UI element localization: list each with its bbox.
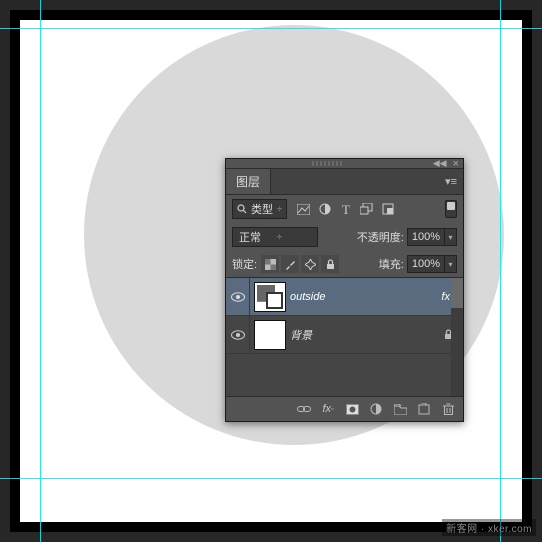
guide-horizontal[interactable] — [0, 28, 542, 29]
filter-pixel-icon[interactable] — [297, 202, 311, 216]
lock-pixels-icon[interactable] — [281, 255, 299, 273]
guide-horizontal[interactable] — [0, 478, 542, 479]
fill-stepper[interactable]: ▾ — [445, 255, 457, 273]
blend-mode-dropdown[interactable]: 正常 ÷ — [232, 227, 318, 247]
filter-kind-dropdown[interactable]: 类型 ÷ — [232, 199, 287, 219]
layers-panel[interactable]: ◀◀ × 图层 ▾≡ 类型 ÷ T — [225, 158, 464, 422]
fill-input[interactable]: 100% — [407, 255, 445, 273]
fx-label: fx — [441, 291, 450, 303]
panel-menu-icon[interactable]: ▾≡ — [439, 173, 463, 190]
layer-thumbnail[interactable] — [254, 282, 286, 312]
opacity-input[interactable]: 100% — [407, 228, 445, 246]
lock-label: 锁定: — [232, 256, 257, 272]
search-icon — [237, 204, 247, 214]
layer-name[interactable]: 背景 — [290, 327, 312, 343]
lock-position-icon[interactable] — [301, 255, 319, 273]
collapse-icon[interactable]: ◀◀ — [433, 158, 447, 169]
layer-thumbnail[interactable] — [254, 320, 286, 350]
fill-value: 100% — [412, 258, 440, 270]
layer-list: outside fx ▾ 背景 — [226, 277, 463, 397]
fill-label: 填充: — [379, 256, 404, 272]
layer-name[interactable]: outside — [290, 291, 325, 303]
link-layers-icon[interactable] — [297, 402, 311, 416]
adjustment-layer-icon[interactable] — [369, 402, 383, 416]
layer-row-outside[interactable]: outside fx ▾ — [226, 278, 463, 316]
opacity-label: 不透明度: — [357, 229, 404, 245]
visibility-toggle[interactable] — [226, 316, 250, 353]
group-icon[interactable] — [393, 402, 407, 416]
opacity-stepper[interactable]: ▾ — [445, 228, 457, 246]
filter-shape-icon[interactable] — [360, 202, 374, 216]
layer-row-background[interactable]: 背景 — [226, 316, 463, 354]
filter-type-icon[interactable]: T — [339, 202, 353, 216]
visibility-toggle[interactable] — [226, 278, 250, 315]
guide-vertical[interactable] — [40, 0, 41, 542]
scrollbar[interactable] — [451, 278, 463, 396]
tab-label: 图层 — [236, 175, 260, 189]
layer-mask-icon[interactable] — [345, 402, 359, 416]
lock-transparent-icon[interactable] — [261, 255, 279, 273]
guide-vertical[interactable] — [500, 0, 501, 542]
blend-mode-value: 正常 — [239, 229, 261, 245]
close-icon[interactable]: × — [453, 158, 459, 170]
opacity-value: 100% — [412, 231, 440, 243]
delete-layer-icon[interactable] — [441, 402, 455, 416]
layer-style-icon[interactable]: fx▫ — [321, 402, 335, 416]
filter-toggle[interactable] — [445, 200, 457, 218]
new-layer-icon[interactable] — [417, 402, 431, 416]
filter-smart-icon[interactable] — [381, 202, 395, 216]
panel-grip — [312, 161, 344, 166]
tab-layers[interactable]: 图层 — [226, 169, 271, 194]
chevron-down-icon: ÷ — [277, 204, 282, 214]
watermark: 新客网 · xker.com — [442, 519, 536, 536]
filter-kind-label: 类型 — [251, 201, 273, 217]
panel-footer: fx▫ — [226, 397, 463, 421]
panel-drag-bar[interactable]: ◀◀ × — [226, 159, 463, 169]
lock-all-icon[interactable] — [321, 255, 339, 273]
chevron-down-icon: ÷ — [277, 232, 282, 242]
filter-adjust-icon[interactable] — [318, 202, 332, 216]
